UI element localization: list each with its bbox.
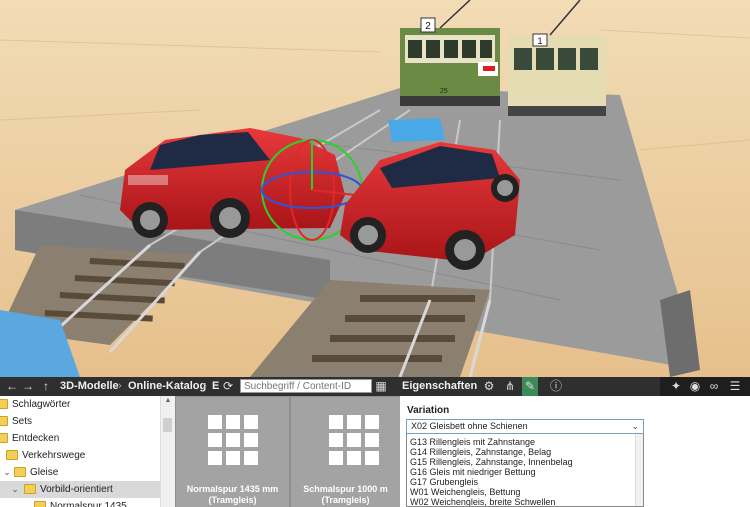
card-standard-gauge[interactable]: Normalspur 1435 mm (Tramgleis): [176, 397, 289, 507]
tree-item-traffic-routes[interactable]: Verkehrswege: [0, 447, 160, 464]
refresh-icon[interactable]: ⟳: [220, 377, 236, 396]
tree-item-discover[interactable]: Entdecken: [0, 430, 160, 447]
tab-overflow[interactable]: E: [212, 377, 219, 396]
eye-icon[interactable]: ◉: [687, 377, 703, 396]
hierarchy-icon[interactable]: ⋔: [502, 377, 518, 396]
search-input[interactable]: [240, 379, 372, 393]
menu-icon[interactable]: ☰: [727, 377, 743, 396]
card-label: Normalspur 1435 mm (Tramgleis): [186, 484, 279, 505]
tram-right-number: 1: [537, 36, 542, 46]
selection-marker: [388, 118, 445, 142]
forward-arrow-icon[interactable]: →: [20, 377, 36, 396]
tree-item-standard-gauge[interactable]: Normalspur 1435: [0, 498, 160, 507]
card-label: Schmalspur 1000 m (Tramgleis): [303, 484, 388, 505]
folder-icon: [0, 416, 8, 426]
grid-placeholder-icon: [208, 415, 258, 465]
scene-render: 2 25 1: [0, 0, 750, 377]
3d-viewport[interactable]: 2 25 1: [0, 0, 750, 377]
variation-title: Variation: [407, 405, 450, 416]
variation-option[interactable]: G15 Rillengleis, Zahnstange, Innenbelag: [410, 457, 573, 467]
folder-icon: [6, 450, 18, 460]
variation-option[interactable]: W01 Weichengleis, Bettung: [410, 487, 520, 497]
folder-icon: [34, 501, 46, 507]
card-narrow-gauge[interactable]: Schmalspur 1000 m (Tramgleis): [291, 397, 400, 507]
dropdown-scrollbar[interactable]: [635, 434, 643, 506]
back-arrow-icon[interactable]: ←: [4, 377, 20, 396]
gear-icon[interactable]: ⚙: [481, 377, 497, 396]
scrollbar-thumb[interactable]: [163, 418, 172, 432]
tree-scrollbar[interactable]: ▲: [160, 396, 175, 507]
tab-online-catalog[interactable]: Online-Katalog: [128, 377, 206, 396]
variation-option[interactable]: G16 Gleis mit niedriger Bettung: [410, 467, 536, 477]
chevron-down-icon[interactable]: ⌄: [10, 481, 20, 498]
tree-item-keywords[interactable]: Schlagwörter: [0, 396, 160, 413]
catalog-tree: Schlagwörter Sets Entdecken Verkehrswege…: [0, 396, 175, 507]
tree-item-sets[interactable]: Sets: [0, 413, 160, 430]
chevron-down-icon[interactable]: ⌄: [2, 464, 12, 481]
pin-icon[interactable]: ✦: [668, 377, 684, 396]
up-arrow-icon[interactable]: ↑: [38, 377, 54, 396]
grid-view-icon[interactable]: ▦: [373, 377, 389, 396]
folder-icon: [0, 399, 8, 409]
folder-icon: [14, 467, 26, 477]
tram-left-number: 2: [425, 21, 431, 32]
paint-brush-icon[interactable]: ✎: [522, 377, 538, 396]
variation-option[interactable]: W02 Weichengleis, breite Schwellen: [410, 497, 555, 506]
grid-placeholder-icon: [329, 415, 379, 465]
variation-option[interactable]: G13 Rillengleis mit Zahnstange: [410, 437, 535, 447]
variation-dropdown-list[interactable]: G13 Rillengleis mit Zahnstange G14 Rille…: [406, 434, 644, 507]
tram-left-fleet: 25: [440, 88, 448, 95]
link-icon[interactable]: ∞: [706, 377, 722, 396]
variation-option[interactable]: G17 Grubengleis: [410, 477, 478, 487]
info-icon[interactable]: ⓘ: [548, 377, 564, 396]
variation-select[interactable]: X02 Gleisbett ohne Schienen ⌄: [406, 419, 644, 434]
folder-icon: [24, 484, 36, 494]
variation-option[interactable]: G14 Rillengleis, Zahnstange, Belag: [410, 447, 551, 457]
scroll-up-icon[interactable]: ▲: [161, 396, 175, 406]
tab-3d-models[interactable]: 3D-Modelle: [60, 377, 119, 396]
tree-item-prototype-oriented[interactable]: ⌄ Vorbild-orientiert: [0, 481, 160, 498]
folder-icon: [0, 433, 8, 443]
catalog-cards: Normalspur 1435 mm (Tramgleis) Schmalspur…: [175, 396, 400, 507]
tree-item-tracks[interactable]: ⌄ Gleise: [0, 464, 160, 481]
properties-header: Eigenschaften: [402, 380, 478, 392]
chevron-down-icon[interactable]: ⌄: [631, 420, 639, 433]
catalog-toolbar: ← → ↑ 3D-Modelle › Online-Katalog › E ⟳ …: [0, 377, 750, 396]
